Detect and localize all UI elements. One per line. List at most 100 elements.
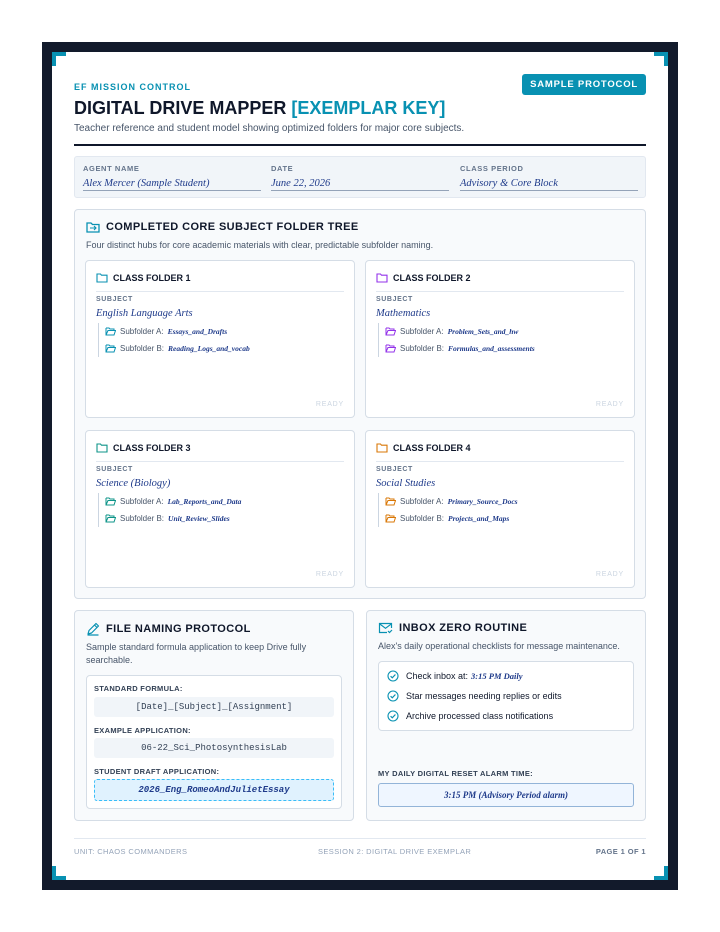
subject-value: Mathematics — [376, 308, 431, 319]
open-folder-icon — [105, 344, 116, 353]
file-naming-panel: FILE NAMING PROTOCOL Sample standard for… — [74, 610, 354, 821]
folder-icon — [376, 272, 388, 283]
class-folder-card-4: CLASS FOLDER 4 SUBJECT Social Studies Su… — [365, 430, 635, 588]
inbox-zero-title-text: INBOX ZERO ROUTINE — [399, 622, 528, 634]
file-naming-title-text: FILE NAMING PROTOCOL — [106, 623, 251, 635]
checklist-item-text: Star messages needing replies or edits — [406, 691, 562, 701]
agent-info-bar: AGENT NAME Alex Mercer (Sample Student) … — [74, 156, 646, 198]
folder-tree-description: Four distinct hubs for core academic mat… — [86, 240, 434, 250]
class-folder-card-2: CLASS FOLDER 2 SUBJECT Mathematics Subfo… — [365, 260, 635, 418]
alarm-time-value: 3:15 PM (Advisory Period alarm) — [378, 783, 634, 807]
class-folder-title: CLASS FOLDER 4 — [393, 442, 471, 453]
class-folder-heading: CLASS FOLDER 3 — [96, 440, 344, 462]
pencil-icon — [87, 622, 100, 636]
subfolder-b: Subfolder B: Reading_Logs_and_vocab — [105, 340, 250, 357]
subfolder-b-name: Projects_and_Maps — [448, 514, 510, 523]
standard-formula-value: [Date]_[Subject]_[Assignment] — [94, 697, 334, 717]
inbox-checklist: Check inbox at: 3:15 PM Daily Star messa… — [378, 661, 634, 731]
folder-icon — [376, 442, 388, 453]
corner-mark — [654, 866, 668, 880]
subfolder-b: Subfolder B: Unit_Review_Slides — [105, 510, 241, 527]
student-draft-value: 2026_Eng_RomeoAndJulietEssay — [94, 779, 334, 801]
footer-unit: UNIT: CHAOS COMMANDERS — [74, 847, 188, 856]
subfolder-a: Subfolder A: Primary_Source_Docs — [385, 493, 518, 510]
subfolder-b-label: Subfolder B: — [400, 514, 445, 523]
class-folder-heading: CLASS FOLDER 4 — [376, 440, 624, 462]
open-folder-icon — [385, 514, 396, 523]
open-folder-icon — [385, 497, 396, 506]
footer-divider — [74, 838, 646, 839]
subfolder-a: Subfolder A: Lab_Reports_and_Data — [105, 493, 241, 510]
open-folder-icon — [105, 327, 116, 336]
status-label: READY — [315, 571, 344, 578]
check-circle-icon — [387, 670, 399, 682]
checklist-item-time: 3:15 PM Daily — [471, 671, 523, 681]
checklist-item: Archive processed class notifications — [387, 706, 625, 726]
subfolder-a-name: Problem_Sets_and_hw — [447, 327, 519, 336]
file-naming-description: Sample standard formula application to k… — [86, 642, 307, 665]
date-field: DATE June 22, 2026 — [271, 164, 449, 191]
header-divider — [74, 144, 646, 146]
open-folder-icon — [105, 514, 116, 523]
title-accent: [EXEMPLAR KEY] — [291, 98, 446, 118]
standard-formula-label: STANDARD FORMULA: — [94, 684, 183, 693]
title-main: DIGITAL DRIVE MAPPER — [74, 98, 287, 118]
checklist-item-text: Check inbox at: — [406, 671, 469, 681]
subfolder-b-label: Subfolder B: — [120, 514, 165, 523]
status-label: READY — [595, 571, 624, 578]
footer-page-number: PAGE 1 OF 1 — [595, 847, 646, 856]
corner-mark — [654, 52, 668, 66]
footer-session: SESSION 2: DIGITAL DRIVE EXEMPLAR — [318, 847, 472, 856]
checklist-item: Star messages needing replies or edits — [387, 686, 625, 706]
subject-value: Science (Biology) — [96, 478, 171, 489]
file-naming-title: FILE NAMING PROTOCOL — [86, 622, 251, 636]
folder-tree-title: COMPLETED CORE SUBJECT FOLDER TREE — [86, 221, 359, 233]
class-period-label: CLASS PERIOD — [460, 164, 524, 173]
corner-mark — [52, 866, 66, 880]
folder-tree-icon — [86, 222, 100, 233]
date-value: June 22, 2026 — [271, 178, 449, 191]
class-folder-title: CLASS FOLDER 2 — [393, 272, 471, 283]
inbox-zero-title: INBOX ZERO ROUTINE — [378, 622, 527, 634]
class-folder-card-3: CLASS FOLDER 3 SUBJECT Science (Biology)… — [85, 430, 355, 588]
inbox-zero-panel: INBOX ZERO ROUTINE Alex's daily operatio… — [366, 610, 646, 821]
mail-check-icon — [378, 622, 393, 634]
check-circle-icon — [387, 690, 399, 702]
class-folder-title: CLASS FOLDER 3 — [113, 442, 191, 453]
worksheet-page: EF MISSION CONTROL SAMPLE PROTOCOL DIGIT… — [52, 52, 668, 880]
subfolder-list: Subfolder A: Lab_Reports_and_Data Subfol… — [98, 493, 241, 527]
eyebrow-label: EF MISSION CONTROL — [74, 82, 191, 92]
subfolder-a-label: Subfolder A: — [400, 327, 444, 336]
agent-name-value: Alex Mercer (Sample Student) — [83, 178, 261, 191]
subfolder-list: Subfolder A: Essays_and_Drafts Subfolder… — [98, 323, 250, 357]
class-period-field: CLASS PERIOD Advisory & Core Block — [460, 164, 638, 191]
status-label: READY — [595, 401, 624, 408]
status-label: READY — [315, 401, 344, 408]
subfolder-b: Subfolder B: Formulas_and_assessments — [385, 340, 535, 357]
subject-label: SUBJECT — [376, 466, 413, 473]
class-folder-heading: CLASS FOLDER 2 — [376, 270, 624, 292]
subject-value: Social Studies — [376, 478, 436, 489]
class-folder-heading: CLASS FOLDER 1 — [96, 270, 344, 292]
subfolder-a-label: Subfolder A: — [120, 327, 164, 336]
page-frame: EF MISSION CONTROL SAMPLE PROTOCOL DIGIT… — [42, 42, 678, 890]
subfolder-b-name: Unit_Review_Slides — [168, 514, 230, 523]
corner-mark — [52, 52, 66, 66]
folder-icon — [96, 442, 108, 453]
example-application-value: 06-22_Sci_PhotosynthesisLab — [94, 738, 334, 758]
subject-label: SUBJECT — [96, 296, 133, 303]
date-label: DATE — [271, 164, 294, 173]
subfolder-a-name: Essays_and_Drafts — [167, 327, 228, 336]
page-subtitle: Teacher reference and student model show… — [74, 123, 465, 134]
subfolder-a-name: Primary_Source_Docs — [447, 497, 518, 506]
student-draft-label: STUDENT DRAFT APPLICATION: — [94, 767, 220, 776]
subfolder-a: Subfolder A: Problem_Sets_and_hw — [385, 323, 535, 340]
subject-value: English Language Arts — [96, 308, 193, 319]
class-folder-title: CLASS FOLDER 1 — [113, 272, 191, 283]
subfolder-b-name: Reading_Logs_and_vocab — [168, 344, 250, 353]
checklist-item: Check inbox at: 3:15 PM Daily — [387, 666, 625, 686]
subfolder-b: Subfolder B: Projects_and_Maps — [385, 510, 518, 527]
example-application-label: EXAMPLE APPLICATION: — [94, 726, 191, 735]
inbox-zero-description: Alex's daily operational checklists for … — [378, 641, 620, 651]
sample-protocol-badge: SAMPLE PROTOCOL — [522, 74, 646, 95]
